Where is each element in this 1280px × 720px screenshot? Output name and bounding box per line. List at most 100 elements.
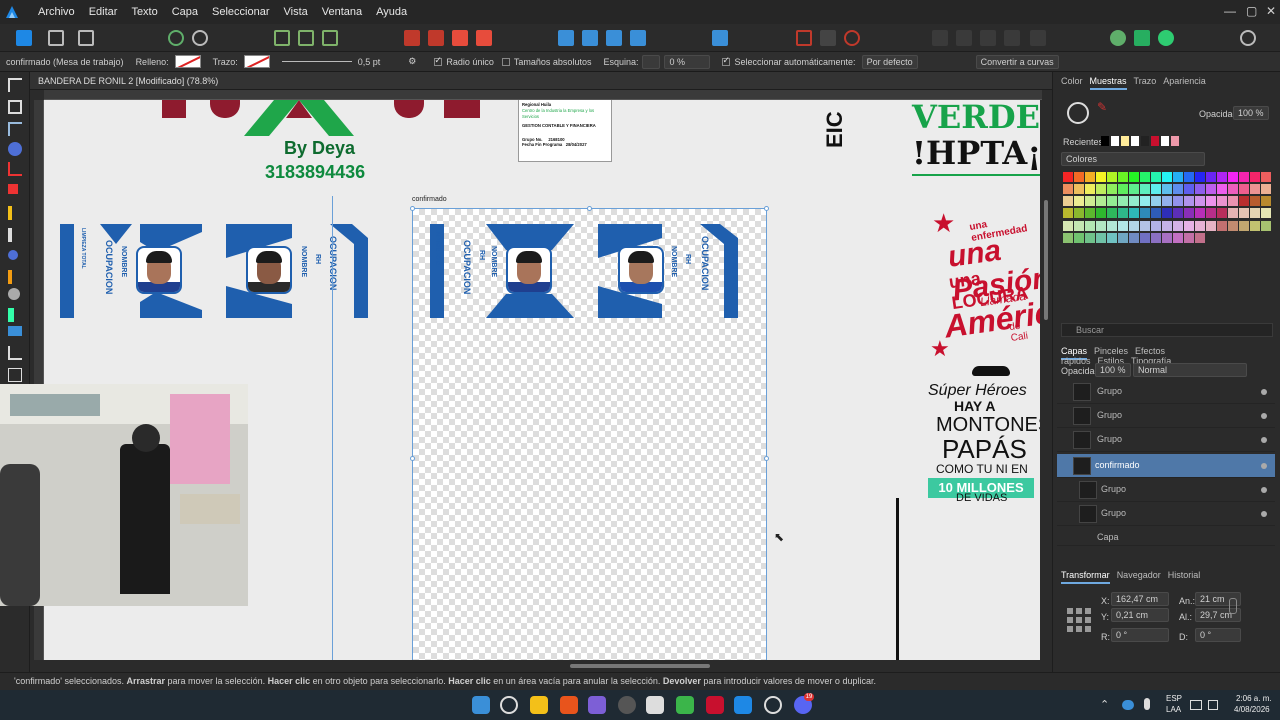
palette-swatch[interactable] xyxy=(1074,172,1084,182)
move-tool-icon[interactable] xyxy=(8,78,22,92)
handle-tr[interactable] xyxy=(764,206,769,211)
stroke-slider[interactable] xyxy=(281,61,352,62)
recent-swatch[interactable] xyxy=(1141,136,1149,146)
search-icon[interactable] xyxy=(500,696,518,714)
layer-visibility-icon[interactable] xyxy=(1261,389,1267,395)
stroke-swatch[interactable] xyxy=(243,55,270,68)
tab-historial[interactable]: Historial xyxy=(1168,570,1201,580)
palette-swatch[interactable] xyxy=(1129,220,1139,231)
palette-swatch[interactable] xyxy=(1063,196,1073,207)
palette-swatch[interactable] xyxy=(1206,208,1216,219)
menu-archivo[interactable]: Archivo xyxy=(38,6,75,18)
menu-seleccionar[interactable]: Seleccionar xyxy=(212,6,269,18)
palette-swatch[interactable] xyxy=(1118,220,1128,231)
palette-swatch[interactable] xyxy=(1140,208,1150,219)
tab-navegador[interactable]: Navegador xyxy=(1117,570,1161,580)
tab-muestras[interactable]: Muestras xyxy=(1089,76,1127,90)
recent-swatch[interactable] xyxy=(1171,136,1179,146)
palette-swatch[interactable] xyxy=(1151,196,1161,207)
horizontal-scroll-thumb[interactable] xyxy=(570,664,710,668)
palette-swatch[interactable] xyxy=(1129,184,1139,195)
palette-swatch[interactable] xyxy=(1206,184,1216,195)
palette-swatch[interactable] xyxy=(1217,208,1227,219)
palette-swatch[interactable] xyxy=(1151,220,1161,231)
rectangle-tool-icon[interactable] xyxy=(8,368,22,382)
pixel-persona-icon[interactable] xyxy=(48,30,64,46)
wifi-icon[interactable] xyxy=(1190,700,1202,710)
color-palette-grid[interactable] xyxy=(1063,172,1271,244)
palette-swatch[interactable] xyxy=(1074,208,1084,219)
settings-gear-icon[interactable]: ⚙ xyxy=(408,56,416,67)
eyedropper-icon[interactable]: ✎ xyxy=(1097,100,1107,114)
pencil-tool-icon[interactable] xyxy=(8,206,12,220)
palette-swatch[interactable] xyxy=(1162,172,1172,182)
layer-row[interactable]: Grupo xyxy=(1057,380,1275,404)
palette-swatch[interactable] xyxy=(1173,232,1183,243)
palette-swatch[interactable] xyxy=(1129,232,1139,243)
stroke-width-value[interactable]: 0,5 pt xyxy=(358,57,381,67)
palette-swatch[interactable] xyxy=(1239,208,1249,219)
palette-swatch[interactable] xyxy=(1118,172,1128,182)
tab-trazo[interactable]: Trazo xyxy=(1134,76,1157,86)
layer-row[interactable]: Grupo xyxy=(1057,404,1275,428)
tab-color[interactable]: Color xyxy=(1061,76,1083,86)
palette-swatch[interactable] xyxy=(1140,184,1150,195)
layer-visibility-icon[interactable] xyxy=(1261,437,1267,443)
boolean-add-icon[interactable] xyxy=(796,30,812,46)
palette-swatch[interactable] xyxy=(1250,220,1260,231)
lang-code-1[interactable]: ESP xyxy=(1166,694,1182,703)
palette-swatch[interactable] xyxy=(1085,232,1095,243)
palette-swatch[interactable] xyxy=(1074,184,1084,195)
radius-checkbox[interactable]: Radio único xyxy=(434,55,494,67)
palette-swatch[interactable] xyxy=(1261,220,1271,231)
snapping-gear-icon[interactable] xyxy=(168,30,184,46)
maximize-button[interactable]: ▢ xyxy=(1246,4,1257,18)
menu-ventana[interactable]: Ventana xyxy=(322,6,362,18)
palette-swatch[interactable] xyxy=(1239,220,1249,231)
blend-mode-dropdown[interactable]: Normal xyxy=(1133,363,1247,377)
palette-swatch[interactable] xyxy=(1118,196,1128,207)
layer-row[interactable]: Grupo xyxy=(1057,428,1275,452)
palette-swatch[interactable] xyxy=(1250,172,1260,182)
align-icon[interactable] xyxy=(712,30,728,46)
handle-ml[interactable] xyxy=(410,456,415,461)
palette-swatch[interactable] xyxy=(1195,220,1205,231)
account-icon[interactable] xyxy=(1240,30,1256,46)
geometry-4-icon[interactable] xyxy=(1004,30,1020,46)
tray-chevron-icon[interactable]: ⌃ xyxy=(1100,698,1109,711)
palette-swatch[interactable] xyxy=(1140,220,1150,231)
corner-type-dropdown[interactable] xyxy=(642,54,661,69)
palette-swatch[interactable] xyxy=(1173,184,1183,195)
fill-stroke-selector-icon[interactable] xyxy=(1067,102,1089,124)
chrome-icon[interactable] xyxy=(618,696,636,714)
export-persona-icon[interactable] xyxy=(78,30,94,46)
pen-tool-icon[interactable] xyxy=(8,184,18,194)
vector-brush-tool-icon[interactable] xyxy=(8,228,12,242)
recent-swatch[interactable] xyxy=(1151,136,1159,146)
place-image-tool-icon[interactable] xyxy=(8,326,22,336)
vertical-scroll-thumb[interactable] xyxy=(1044,200,1048,320)
guide-line[interactable] xyxy=(332,196,333,660)
microphone-icon[interactable] xyxy=(1144,698,1150,710)
palette-swatch[interactable] xyxy=(1085,196,1095,207)
palette-swatch[interactable] xyxy=(1217,220,1227,231)
brave-icon[interactable] xyxy=(560,696,578,714)
notepad-icon[interactable] xyxy=(646,696,664,714)
palette-swatch[interactable] xyxy=(1063,220,1073,231)
layer-row[interactable]: Capa xyxy=(1057,530,1275,546)
palette-swatch[interactable] xyxy=(1107,220,1117,231)
swatch-opacity-input[interactable]: 100 % xyxy=(1233,106,1269,120)
palette-swatch[interactable] xyxy=(1096,232,1106,243)
geometry-icon[interactable] xyxy=(932,30,948,46)
layer-visibility-icon[interactable] xyxy=(1261,463,1267,469)
layer-row[interactable]: Grupo xyxy=(1057,478,1275,502)
palette-swatch[interactable] xyxy=(1074,196,1084,207)
clock-time[interactable]: 2:06 a. m. xyxy=(1236,694,1272,703)
palette-swatch[interactable] xyxy=(1063,184,1073,195)
palette-swatch[interactable] xyxy=(1162,208,1172,219)
palette-swatch[interactable] xyxy=(1228,184,1238,195)
palette-swatch[interactable] xyxy=(1063,172,1073,182)
palette-swatch[interactable] xyxy=(1250,196,1260,207)
palette-swatch[interactable] xyxy=(1140,172,1150,182)
palette-swatch[interactable] xyxy=(1228,196,1238,207)
